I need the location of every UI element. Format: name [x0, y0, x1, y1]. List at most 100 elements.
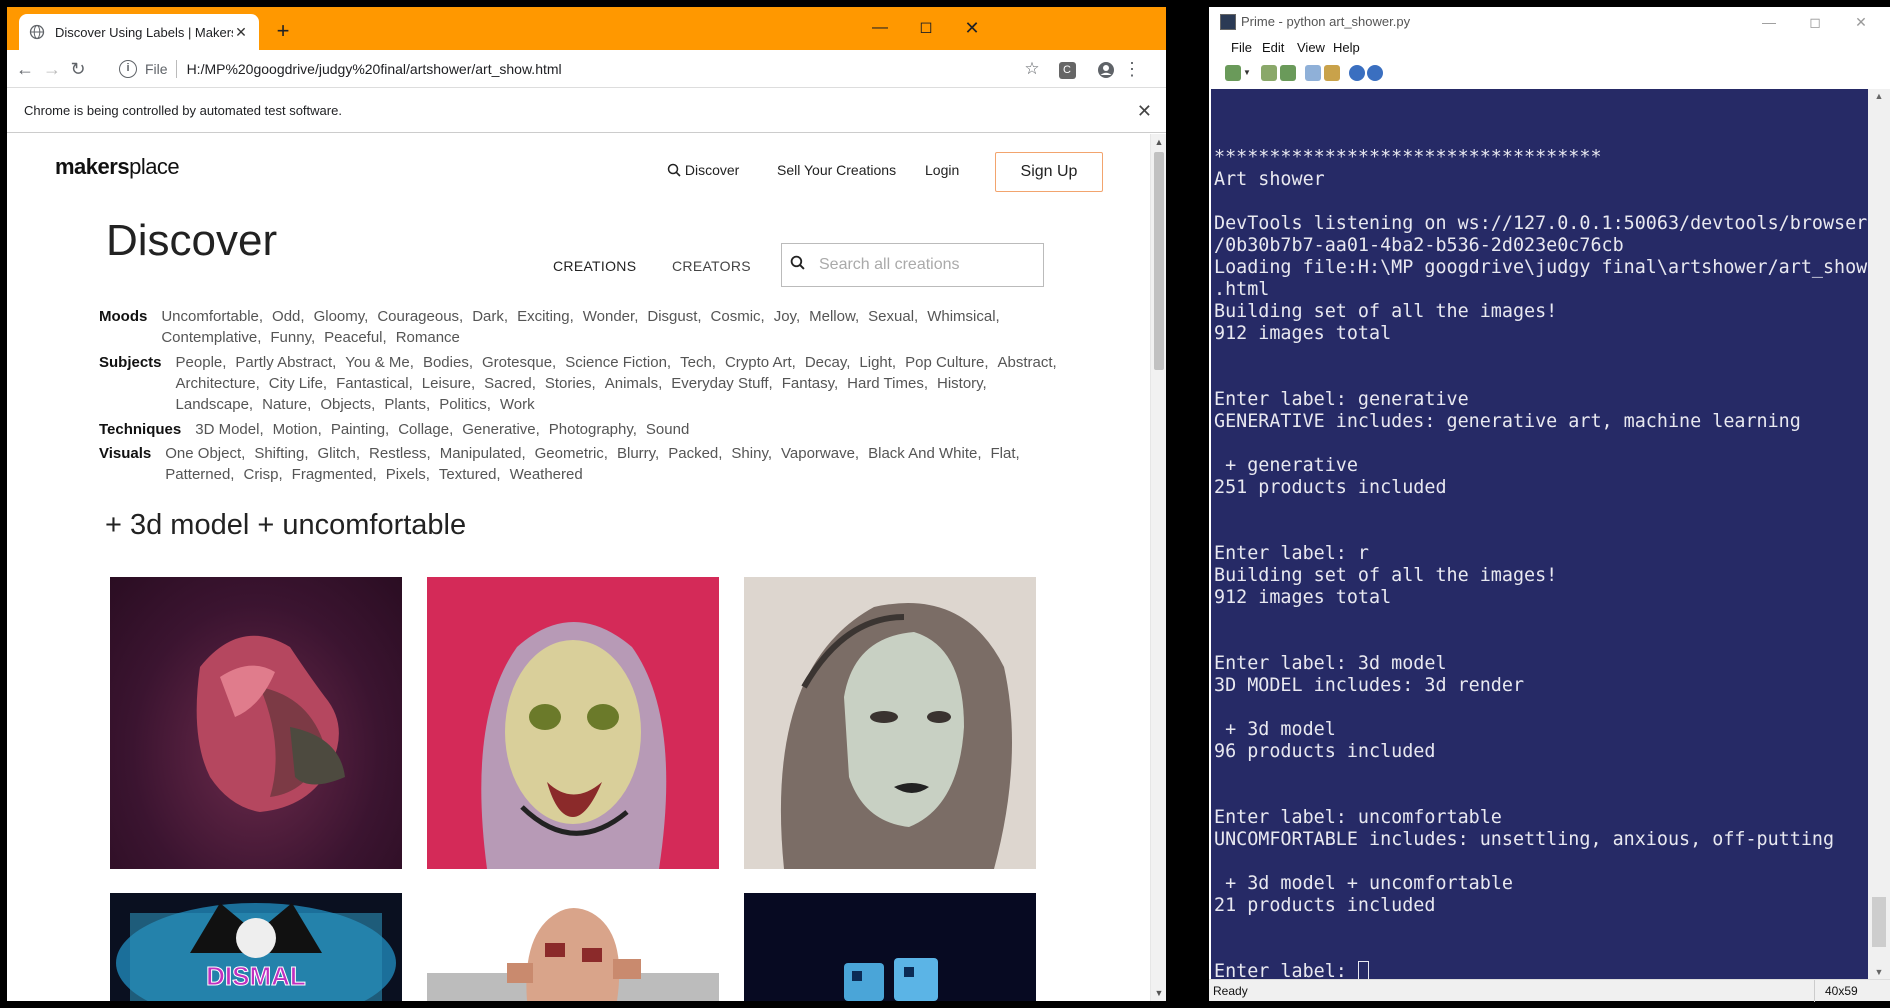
artwork-thumbnail[interactable] [427, 893, 719, 1001]
reload-icon[interactable]: ↻ [65, 56, 91, 82]
scroll-down-arrow-icon[interactable]: ▼ [1868, 967, 1890, 977]
copy-icon[interactable] [1305, 65, 1321, 81]
label-link[interactable]: Pixels, [386, 464, 430, 485]
close-icon[interactable]: ✕ [1838, 7, 1884, 37]
label-link[interactable]: Leisure, [422, 373, 475, 394]
label-link[interactable]: Sexual, [868, 306, 918, 327]
label-link[interactable]: Architecture, [176, 373, 260, 394]
label-link[interactable]: Grotesque, [482, 352, 556, 373]
label-link[interactable]: Restless, [369, 443, 431, 464]
label-link[interactable]: Light, [859, 352, 896, 373]
label-link[interactable]: You & Me, [345, 352, 414, 373]
nav-sell[interactable]: Sell Your Creations [777, 162, 896, 178]
label-link[interactable]: Animals, [605, 373, 663, 394]
back-arrow-icon[interactable]: ← [12, 56, 38, 82]
paste-icon[interactable] [1324, 65, 1340, 81]
menu-help[interactable]: Help [1333, 40, 1360, 55]
label-link[interactable]: Weathered [510, 464, 583, 485]
artwork-thumbnail[interactable] [744, 577, 1036, 869]
menu-edit[interactable]: Edit [1262, 40, 1284, 55]
label-link[interactable]: Joy, [774, 306, 800, 327]
label-link[interactable]: Partly Abstract, [235, 352, 336, 373]
label-link[interactable]: Hard Times, [847, 373, 928, 394]
label-link[interactable]: Shiny, [731, 443, 772, 464]
label-link[interactable]: Crisp, [243, 464, 282, 485]
label-link[interactable]: History, [937, 373, 987, 394]
label-link[interactable]: Contemplative, [161, 327, 261, 348]
label-link[interactable]: Textured, [439, 464, 501, 485]
tab-creations[interactable]: CREATIONS [553, 258, 636, 274]
label-link[interactable]: Manipulated, [440, 443, 526, 464]
new-tab-button[interactable]: + [270, 19, 296, 45]
label-link[interactable]: Crypto Art, [725, 352, 796, 373]
label-link[interactable]: Gloomy, [314, 306, 369, 327]
extension-icon[interactable]: C [1054, 56, 1080, 82]
artwork-thumbnail[interactable] [110, 577, 402, 869]
label-link[interactable]: Vaporwave, [781, 443, 859, 464]
label-link[interactable]: Abstract, [998, 352, 1057, 373]
label-link[interactable]: Fantastical, [336, 373, 413, 394]
tab-creators[interactable]: CREATORS [672, 258, 751, 274]
label-link[interactable]: People, [176, 352, 227, 373]
info-icon[interactable]: i [119, 60, 137, 78]
minimize-icon[interactable]: — [1746, 7, 1792, 37]
label-link[interactable]: Fantasy, [782, 373, 838, 394]
tab-close-icon[interactable]: ✕ [233, 24, 249, 41]
label-link[interactable]: Whimsical, [927, 306, 1000, 327]
label-link[interactable]: Bodies, [423, 352, 473, 373]
scroll-up-arrow-icon[interactable]: ▲ [1868, 91, 1890, 101]
label-link[interactable]: Exciting, [517, 306, 574, 327]
nav-login[interactable]: Login [925, 162, 959, 178]
label-link[interactable]: Pop Culture, [905, 352, 988, 373]
label-link[interactable]: Photography, [549, 419, 637, 440]
forward-arrow-icon[interactable]: → [39, 56, 65, 82]
label-link[interactable]: Shifting, [254, 443, 308, 464]
label-link[interactable]: Landscape, [176, 394, 254, 415]
label-link[interactable]: Dark, [472, 306, 508, 327]
label-link[interactable]: Odd, [272, 306, 305, 327]
console-scrollbar[interactable]: ▲ ▼ [1868, 89, 1890, 979]
makersplace-logo[interactable]: makersplace [55, 154, 180, 180]
nav-discover[interactable]: Discover [667, 162, 739, 178]
artwork-thumbnail[interactable] [427, 577, 719, 869]
browser-tab[interactable]: Discover Using Labels | MakersPl ✕ [19, 14, 259, 50]
label-link[interactable]: Work [500, 394, 535, 415]
label-link[interactable]: Blurry, [617, 443, 659, 464]
label-link[interactable]: Wonder, [583, 306, 639, 327]
close-icon[interactable]: ✕ [949, 13, 995, 43]
maximize-icon[interactable]: ◻ [903, 13, 949, 43]
new-console-icon[interactable] [1225, 65, 1241, 81]
scroll-down-arrow-icon[interactable]: ▼ [1151, 985, 1166, 1001]
help-icon[interactable] [1367, 65, 1383, 81]
menu-file[interactable]: File [1231, 40, 1252, 55]
label-link[interactable]: Sacred, [484, 373, 536, 394]
maximize-icon[interactable]: ◻ [1792, 7, 1838, 37]
dropdown-arrow-icon[interactable]: ▼ [1243, 65, 1251, 81]
label-link[interactable]: Disgust, [647, 306, 701, 327]
label-link[interactable]: Mellow, [809, 306, 859, 327]
label-link[interactable]: Geometric, [535, 443, 608, 464]
signup-button[interactable]: Sign Up [995, 152, 1103, 192]
label-link[interactable]: Politics, [439, 394, 491, 415]
label-link[interactable]: Everyday Stuff, [671, 373, 772, 394]
label-link[interactable]: Black And White, [868, 443, 981, 464]
info-icon[interactable] [1349, 65, 1365, 81]
label-link[interactable]: Collage, [398, 419, 453, 440]
label-link[interactable]: Motion, [273, 419, 322, 440]
bookmark-star-icon[interactable]: ☆ [1019, 56, 1045, 82]
menu-view[interactable]: View [1297, 40, 1325, 55]
menu-kebab-icon[interactable]: ⋮ [1119, 56, 1145, 82]
label-link[interactable]: Sound [646, 419, 689, 440]
label-link[interactable]: Objects, [320, 394, 375, 415]
label-link[interactable]: Science Fiction, [565, 352, 671, 373]
scrollbar-thumb[interactable] [1872, 897, 1886, 947]
label-link[interactable]: Tech, [680, 352, 716, 373]
search-input[interactable] [819, 256, 1019, 274]
artwork-thumbnail[interactable]: DISMAL [110, 893, 402, 1001]
label-link[interactable]: City Life, [269, 373, 327, 394]
label-link[interactable]: Courageous, [377, 306, 463, 327]
console-terminal[interactable]: *********************************** Art … [1211, 89, 1868, 979]
label-link[interactable]: Plants, [384, 394, 430, 415]
label-link[interactable]: Painting, [331, 419, 389, 440]
label-link[interactable]: Funny, [270, 327, 315, 348]
